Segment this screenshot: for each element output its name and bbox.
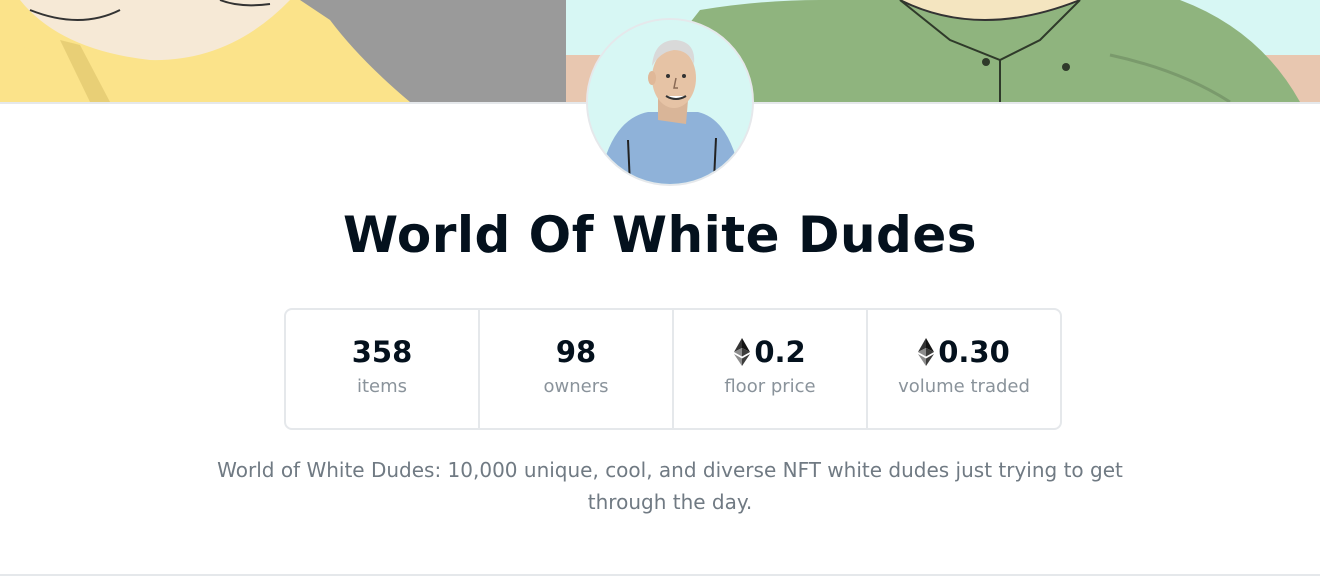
stat-items[interactable]: 358 items — [286, 310, 480, 428]
ethereum-icon — [734, 338, 751, 366]
stat-owners[interactable]: 98 owners — [480, 310, 674, 428]
stat-floor-price-label: floor price — [724, 376, 816, 397]
stat-items-label: items — [356, 376, 408, 397]
stat-owners-label: owners — [543, 376, 609, 397]
stat-floor-price[interactable]: 0.2 floor price — [674, 310, 868, 428]
collection-avatar — [586, 18, 754, 186]
collection-stats: 358 items 98 owners 0.2 floor price 0.30… — [284, 308, 1062, 430]
stat-items-value: 358 — [351, 335, 413, 369]
section-divider — [0, 574, 1320, 576]
stat-owners-value: 98 — [555, 335, 597, 369]
collection-title: World Of White Dudes — [342, 206, 978, 264]
stat-floor-price-value: 0.2 — [754, 335, 806, 369]
stat-volume-traded[interactable]: 0.30 volume traded — [868, 310, 1060, 428]
stat-volume-traded-label: volume traded — [898, 376, 1030, 397]
stat-floor-price-row: 0.2 — [734, 332, 806, 372]
ethereum-icon — [918, 338, 935, 366]
stat-volume-traded-row: 0.30 — [918, 332, 1010, 372]
stat-volume-traded-value: 0.30 — [938, 335, 1010, 369]
collection-description: World of White Dudes: 10,000 unique, coo… — [217, 458, 1123, 514]
collection-page: World Of White Dudes 358 items 98 owners… — [0, 0, 1320, 588]
